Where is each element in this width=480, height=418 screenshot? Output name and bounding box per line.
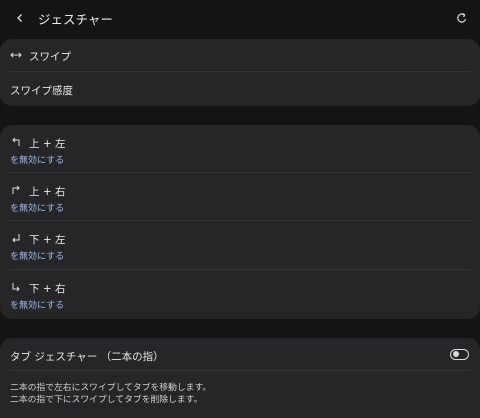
- divider: [10, 370, 470, 371]
- arrow-up-right-icon: [9, 183, 23, 197]
- gesture-item-down-right[interactable]: 下 + 右 を無効にする: [0, 270, 480, 319]
- swipe-card: スワイプ スワイプ感度: [0, 39, 480, 106]
- gesture-action-value: を無効にする: [10, 156, 65, 166]
- swipe-row[interactable]: スワイプ: [0, 39, 480, 72]
- tab-gesture-card: タブ ジェスチャー （二本の指） 二本の指で左右にスワイプしてタブを移動します。…: [0, 338, 480, 418]
- gesture-item-up-right[interactable]: 上 + 右 を無効にする: [0, 173, 480, 221]
- gesture-action-value: を無効にする: [10, 252, 65, 262]
- reset-button[interactable]: [452, 8, 472, 28]
- tab-gesture-description-line-2: 二本の指で下にスワイプしてタブを削除します。: [10, 395, 203, 405]
- page-title: ジェスチャー: [38, 12, 113, 27]
- swap-horizontal-icon: [9, 48, 23, 62]
- swipe-sensitivity-label: スワイプ感度: [10, 85, 73, 97]
- chevron-left-icon: [17, 14, 22, 22]
- tab-gesture-row[interactable]: タブ ジェスチャー （二本の指）: [0, 338, 480, 371]
- gesture-item-up-left[interactable]: 上 + 左 を無効にする: [0, 125, 480, 173]
- gesture-action-value: を無効にする: [10, 301, 65, 311]
- gesture-actions-card: 上 + 左 を無効にする 上 + 右 を無効にする 下 + 左 を無効にする 下…: [0, 125, 480, 319]
- gesture-item-down-left[interactable]: 下 + 左 を無効にする: [0, 221, 480, 270]
- tab-gesture-label: タブ ジェスチャー （二本の指）: [10, 351, 164, 363]
- gesture-label: 下 + 左: [29, 234, 66, 246]
- gesture-label: 上 + 左: [29, 138, 66, 150]
- gesture-action-value: を無効にする: [10, 204, 65, 214]
- toggle-knob: [452, 351, 459, 357]
- gesture-label: 上 + 右: [29, 186, 66, 198]
- arrow-up-left-icon: [9, 135, 23, 149]
- gesture-label: 下 + 右: [29, 283, 66, 295]
- tab-gesture-description-line-1: 二本の指で左右にスワイプしてタブを移動します。: [10, 383, 212, 393]
- swipe-label: スワイプ: [29, 51, 71, 63]
- back-button[interactable]: [10, 8, 30, 28]
- tab-gesture-toggle[interactable]: [450, 349, 469, 360]
- swipe-sensitivity-row[interactable]: スワイプ感度: [0, 72, 480, 106]
- arrow-down-left-icon: [9, 231, 23, 245]
- arrow-down-right-icon: [9, 280, 23, 294]
- top-bar: ジェスチャー: [0, 0, 480, 36]
- reset-icon: [457, 13, 467, 23]
